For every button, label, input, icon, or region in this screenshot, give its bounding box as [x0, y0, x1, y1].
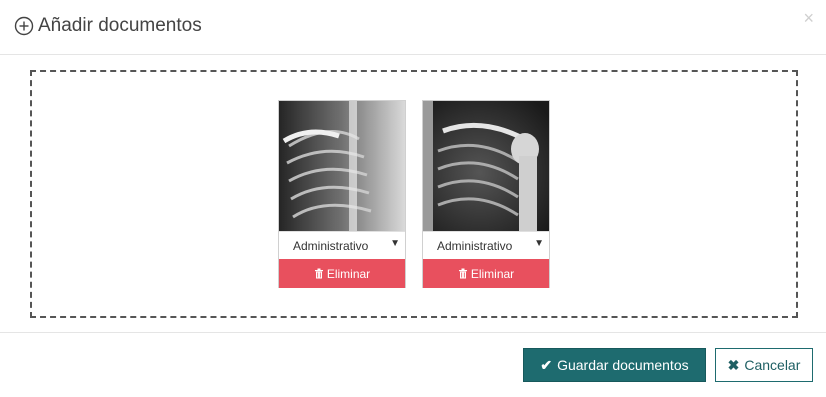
- xray-image: [279, 101, 405, 231]
- delete-button[interactable]: Eliminar: [279, 259, 405, 288]
- document-type-value: Administrativo: [437, 239, 513, 253]
- check-icon: ✔: [540, 356, 553, 373]
- cancel-button[interactable]: ✖ Cancelar: [715, 348, 813, 382]
- document-dropzone[interactable]: Administrativo ▼ Eliminar Administrativo…: [30, 70, 798, 318]
- document-type-select[interactable]: Administrativo ▼: [423, 231, 549, 259]
- trash-icon: [314, 268, 323, 279]
- trash-icon: [458, 268, 467, 279]
- close-icon: ✖: [727, 356, 740, 373]
- modal-title: Añadir documentos: [38, 15, 202, 36]
- plus-circle-icon: [14, 16, 34, 36]
- delete-button[interactable]: Eliminar: [423, 259, 549, 288]
- add-documents-modal: Añadir documentos × Administrativo ▼ Eli…: [0, 0, 826, 397]
- cancel-label: Cancelar: [744, 357, 801, 373]
- footer-divider: [0, 332, 826, 333]
- document-card: Administrativo ▼ Eliminar: [422, 100, 550, 288]
- delete-label: Eliminar: [470, 266, 515, 281]
- document-type-select[interactable]: Administrativo ▼: [279, 231, 405, 259]
- title-group: Añadir documentos: [14, 14, 202, 38]
- save-label: Guardar documentos: [557, 357, 689, 373]
- document-thumbnail: [279, 101, 405, 231]
- document-thumbnail: [423, 101, 549, 231]
- caret-down-icon: ▼: [534, 238, 544, 249]
- document-type-value: Administrativo: [293, 239, 369, 253]
- save-documents-button[interactable]: ✔ Guardar documentos: [523, 348, 706, 382]
- delete-label: Eliminar: [326, 266, 371, 281]
- document-card: Administrativo ▼ Eliminar: [278, 100, 406, 288]
- xray-image: [423, 101, 549, 231]
- caret-down-icon: ▼: [390, 238, 400, 249]
- modal-header: Añadir documentos ×: [0, 0, 826, 55]
- close-icon[interactable]: ×: [803, 8, 814, 28]
